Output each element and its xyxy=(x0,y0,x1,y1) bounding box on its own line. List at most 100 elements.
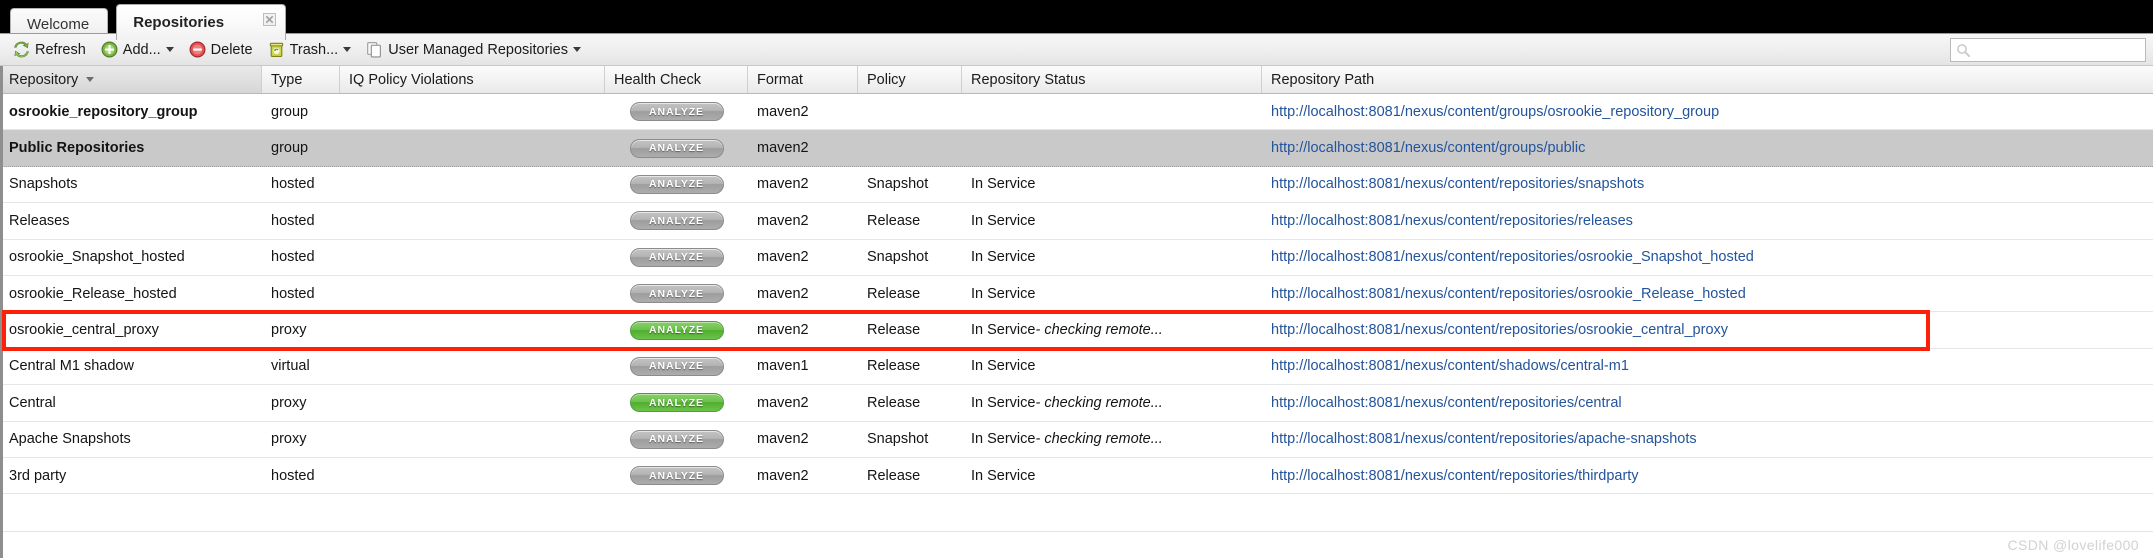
sort-descending-icon[interactable] xyxy=(86,77,95,82)
cell-path[interactable]: http://localhost:8081/nexus/content/repo… xyxy=(1262,385,2153,420)
cell-path[interactable]: http://localhost:8081/nexus/content/repo… xyxy=(1262,458,2153,493)
column-header-format[interactable]: Format xyxy=(748,66,858,93)
column-header-repository-path[interactable]: Repository Path xyxy=(1262,66,2153,93)
analyze-button[interactable]: ANALYZE xyxy=(629,429,724,449)
chevron-down-icon[interactable] xyxy=(572,47,581,52)
analyze-button[interactable]: ANALYZE xyxy=(629,393,724,413)
repository-path-link[interactable]: http://localhost:8081/nexus/content/repo… xyxy=(1271,395,1622,411)
table-row[interactable]: Central M1 shadow virtual ANALYZE maven1 Rel… xyxy=(0,348,2153,386)
cell-health-check[interactable]: ANALYZE xyxy=(605,240,748,275)
column-header-policy[interactable]: Policy xyxy=(858,66,962,93)
cell-path[interactable]: http://localhost:8081/nexus/content/grou… xyxy=(1262,94,2153,129)
repository-path-link[interactable]: http://localhost:8081/nexus/content/repo… xyxy=(1271,431,1697,447)
cell-path[interactable]: http://localhost:8081/nexus/content/repo… xyxy=(1262,240,2153,275)
cell-path[interactable]: http://localhost:8081/nexus/content/shad… xyxy=(1262,349,2153,384)
tab-repositories[interactable]: Repositories xyxy=(116,4,287,40)
repository-path-link[interactable]: http://localhost:8081/nexus/content/repo… xyxy=(1271,176,1644,192)
watermark: CSDN @lovelife000 xyxy=(2007,537,2139,553)
cell-health-check[interactable]: ANALYZE xyxy=(605,349,748,384)
table-row[interactable]: osrookie_Release_hosted hosted ANALYZE mave… xyxy=(0,275,2153,313)
search-box[interactable] xyxy=(1950,38,2146,62)
toolbar-add-button[interactable]: Add... xyxy=(96,38,182,62)
cell-iq-policy-violations xyxy=(340,458,605,493)
table-row[interactable]: Public Repositories group ANALYZE maven2 htt… xyxy=(0,130,2153,167)
table-row[interactable]: Snapshots hosted ANALYZE maven2 Snapshot In S… xyxy=(0,166,2153,204)
table-row[interactable]: osrookie_Snapshot_hosted hosted ANALYZE mav… xyxy=(0,239,2153,276)
cell-policy: Snapshot xyxy=(858,240,962,275)
cell-health-check[interactable]: ANALYZE xyxy=(605,312,748,347)
cell-path[interactable]: http://localhost:8081/nexus/content/repo… xyxy=(1262,422,2153,457)
cell-iq-policy-violations xyxy=(340,130,605,165)
repository-path-link[interactable]: http://localhost:8081/nexus/content/grou… xyxy=(1271,104,1719,120)
cell-text: hosted xyxy=(271,285,315,302)
cell-health-check[interactable]: ANALYZE xyxy=(605,130,748,165)
cell-path[interactable]: http://localhost:8081/nexus/content/grou… xyxy=(1262,130,2153,165)
cell-repository: Central M1 shadow xyxy=(0,349,262,384)
toolbar-delete-button[interactable]: Delete xyxy=(184,38,261,62)
cell-text: proxy xyxy=(271,431,307,448)
search-input[interactable] xyxy=(1975,41,2135,59)
repository-path-link[interactable]: http://localhost:8081/nexus/content/repo… xyxy=(1271,468,1639,484)
repository-path-link[interactable]: http://localhost:8081/nexus/content/repo… xyxy=(1271,322,1728,338)
cell-path[interactable]: http://localhost:8081/nexus/content/repo… xyxy=(1262,312,2153,347)
cell-policy: Release xyxy=(858,385,962,420)
cell-text: Release xyxy=(867,322,921,339)
column-header-iq-policy-violations[interactable]: IQ Policy Violations xyxy=(340,66,605,93)
toolbar-button-label: Trash... xyxy=(289,41,339,58)
repository-path-link[interactable]: http://localhost:8081/nexus/content/shad… xyxy=(1271,358,1629,374)
analyze-button[interactable]: ANALYZE xyxy=(629,466,724,486)
repositories-panel: Refresh Add... Delete Trash... User Managed … xyxy=(0,33,2153,559)
table-row[interactable]: Releases hosted ANALYZE maven2 Release In Ser… xyxy=(0,203,2153,240)
toolbar-refresh-button[interactable]: Refresh xyxy=(8,38,94,62)
column-header-repository[interactable]: Repository xyxy=(0,66,262,93)
table-row[interactable]: 3rd party hosted ANALYZE maven2 Release In Se… xyxy=(0,457,2153,495)
cell-iq-policy-violations xyxy=(340,422,605,457)
analyze-button[interactable]: ANALYZE xyxy=(629,247,724,267)
cell-policy: Release xyxy=(858,203,962,238)
repository-path-link[interactable]: http://localhost:8081/nexus/content/repo… xyxy=(1271,213,1633,229)
analyze-button[interactable]: ANALYZE xyxy=(629,211,724,231)
chevron-down-icon[interactable] xyxy=(165,47,174,52)
cell-text: group xyxy=(271,140,309,157)
toolbar-user-managed-repositories-button[interactable]: User Managed Repositories xyxy=(361,38,589,62)
analyze-button[interactable]: ANALYZE xyxy=(629,174,724,194)
cell-path[interactable]: http://localhost:8081/nexus/content/repo… xyxy=(1262,203,2153,238)
cell-text: Snapshots xyxy=(9,176,78,193)
analyze-button[interactable]: ANALYZE xyxy=(629,284,724,304)
cell-health-check[interactable]: ANALYZE xyxy=(605,422,748,457)
table-row[interactable]: Apache Snapshots proxy ANALYZE maven2 Snapsh… xyxy=(0,421,2153,458)
cell-format: maven2 xyxy=(748,312,858,347)
table-row[interactable]: osrookie_repository_group group ANALYZE mav… xyxy=(0,94,2153,131)
cell-format: maven2 xyxy=(748,130,858,165)
add-icon xyxy=(101,41,118,58)
table-row[interactable]: Central proxy ANALYZE maven2 Release In Servi… xyxy=(0,385,2153,422)
cell-status xyxy=(962,130,1262,165)
cell-health-check[interactable]: ANALYZE xyxy=(605,203,748,238)
cell-text: Release xyxy=(867,358,921,375)
toolbar-trash-button[interactable]: Trash... xyxy=(263,38,360,62)
repository-path-link[interactable]: http://localhost:8081/nexus/content/repo… xyxy=(1271,286,1746,302)
column-header-type[interactable]: Type xyxy=(262,66,340,93)
cell-health-check[interactable]: ANALYZE xyxy=(605,167,748,202)
analyze-button[interactable]: ANALYZE xyxy=(629,102,724,122)
cell-text: Release xyxy=(867,467,921,484)
analyze-button[interactable]: ANALYZE xyxy=(629,320,724,340)
cell-health-check[interactable]: ANALYZE xyxy=(605,385,748,420)
cell-health-check[interactable]: ANALYZE xyxy=(605,458,748,493)
column-header-repository-status[interactable]: Repository Status xyxy=(962,66,1262,93)
cell-path[interactable]: http://localhost:8081/nexus/content/repo… xyxy=(1262,276,2153,311)
table-row[interactable]: osrookie_central_proxy proxy ANALYZE maven2… xyxy=(0,312,2153,349)
cell-format: maven2 xyxy=(748,385,858,420)
cell-health-check[interactable]: ANALYZE xyxy=(605,276,748,311)
cell-path[interactable]: http://localhost:8081/nexus/content/repo… xyxy=(1262,167,2153,202)
column-header-health-check[interactable]: Health Check xyxy=(605,66,748,93)
cell-health-check[interactable]: ANALYZE xyxy=(605,94,748,129)
close-icon[interactable] xyxy=(263,13,277,26)
cell-text: 3rd party xyxy=(9,467,67,484)
analyze-button[interactable]: ANALYZE xyxy=(629,356,724,376)
repository-path-link[interactable]: http://localhost:8081/nexus/content/repo… xyxy=(1271,249,1754,265)
analyze-button[interactable]: ANALYZE xyxy=(629,138,724,158)
chevron-down-icon[interactable] xyxy=(343,47,352,52)
repository-path-link[interactable]: http://localhost:8081/nexus/content/grou… xyxy=(1271,140,1585,156)
repository-status-text: In Service xyxy=(971,285,1036,302)
